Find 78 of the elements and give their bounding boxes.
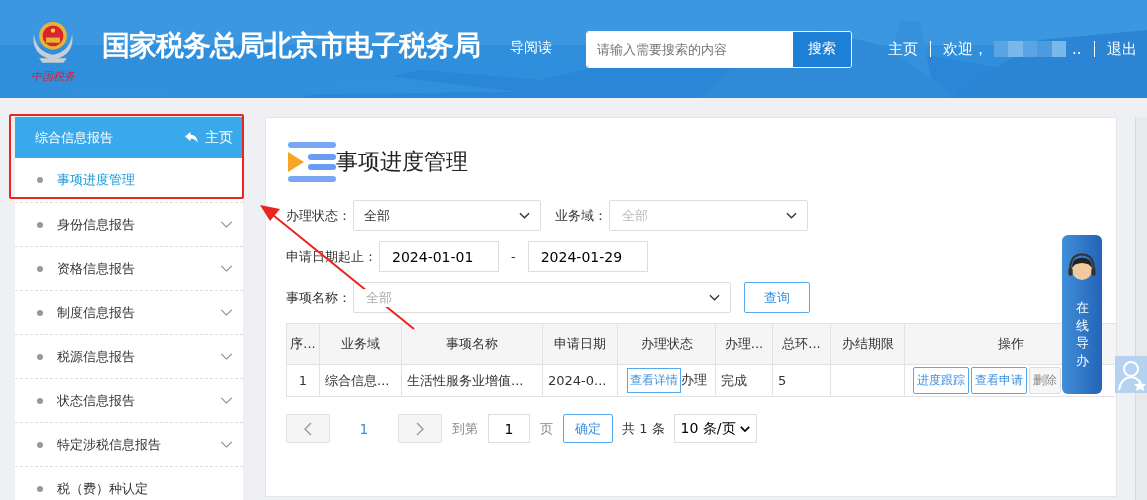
chevron-down-icon	[220, 265, 233, 272]
page-size-select[interactable]: 10 条/页	[673, 414, 757, 443]
chevron-down-icon	[786, 212, 797, 219]
date-field[interactable]: 2024-01-01	[379, 241, 499, 272]
column-header: 事项名称	[401, 323, 543, 365]
column-header: 办理...	[715, 323, 773, 365]
page-number[interactable]: 1	[330, 420, 398, 437]
bullet-icon	[37, 441, 43, 448]
sidebar-group-header[interactable]: 综合信息报告 主页	[15, 117, 243, 158]
chevron-down-icon	[709, 294, 720, 301]
sidebar-item[interactable]: 资格信息报告	[15, 247, 243, 291]
bullet-icon	[37, 309, 43, 316]
chevron-down-icon	[220, 397, 233, 404]
sidebar-item[interactable]: 特定涉税信息报告	[15, 423, 243, 467]
page-unit: 页	[540, 419, 553, 438]
table-cell: 完成	[715, 364, 773, 397]
redacted-name	[994, 41, 1066, 57]
sidebar-subitem[interactable]: 事项进度管理	[15, 158, 243, 203]
column-header: 业务域	[319, 323, 402, 365]
name-ellipsis: ..	[1072, 40, 1082, 58]
site-title: 国家税务总局北京市电子税务局	[102, 28, 480, 64]
guide-link[interactable]: 导阅读	[510, 39, 552, 57]
previous-page-button[interactable]	[286, 414, 330, 443]
sidebar-item[interactable]: 状态信息报告	[15, 379, 243, 423]
chevron-down-icon	[220, 353, 233, 360]
action-button[interactable]: 进度跟踪	[913, 367, 969, 394]
bullet-icon	[37, 397, 43, 404]
action-button[interactable]: 查看申请	[971, 367, 1027, 394]
bullet-icon	[37, 485, 43, 492]
field-label: 业务域：	[555, 206, 607, 225]
chevron-down-icon	[220, 441, 233, 448]
home-link[interactable]: 主页	[205, 128, 233, 147]
confirm-button[interactable]: 确定	[563, 414, 613, 443]
sidebar-item[interactable]: 税源信息报告	[15, 335, 243, 379]
chevron-down-icon	[739, 425, 750, 432]
date-field[interactable]: 2024-01-29	[527, 241, 648, 272]
sidebar-item[interactable]: 制度信息报告	[15, 291, 243, 335]
status-text: 办理	[681, 372, 707, 387]
view-details-button[interactable]: 查看详情	[627, 368, 681, 393]
logout-link[interactable]: 退出	[1106, 39, 1137, 59]
column-header: 申请日期	[542, 323, 618, 365]
sidebar-item[interactable]: 身份信息报告	[15, 203, 243, 247]
next-page-button[interactable]	[398, 414, 442, 443]
chevron-left-icon	[304, 421, 312, 436]
home-link[interactable]: 主页	[888, 39, 918, 59]
column-header: 总环...	[772, 323, 831, 365]
page-input[interactable]: 1	[488, 414, 530, 443]
bullet-icon	[37, 353, 43, 360]
table-cell: 综合信息...	[319, 364, 402, 397]
range-separator: -	[511, 249, 516, 264]
column-header: 办理状态	[617, 323, 716, 365]
column-header: 序...	[286, 323, 320, 365]
column-header: 办结期限	[830, 323, 905, 365]
total-count: 共 1 条	[622, 419, 665, 438]
item-name-select[interactable]: 全部	[353, 282, 731, 313]
bullet-icon	[37, 265, 43, 272]
welcome-text: 欢迎，	[943, 39, 988, 59]
table-cell: 生活性服务业增值...	[401, 364, 543, 397]
chevron-right-icon	[416, 421, 424, 436]
logo-text: 中国税务	[31, 68, 75, 84]
page-title: 事项进度管理	[336, 148, 468, 176]
online-guide-widget[interactable]: 在线导办	[1062, 235, 1102, 394]
chevron-down-icon	[220, 309, 233, 316]
chevron-down-icon	[220, 221, 233, 228]
query-button[interactable]: 查询	[744, 282, 810, 313]
table-cell: 1	[286, 364, 320, 397]
sidebar-item[interactable]: 税（费）种认定	[15, 467, 243, 500]
goto-label: 到第	[452, 419, 478, 438]
table-cell: 5	[772, 364, 831, 397]
field-label: 办理状态：	[286, 206, 351, 225]
bullet-icon	[37, 177, 43, 183]
list-icon	[288, 142, 336, 182]
chevron-down-icon	[519, 212, 530, 219]
table-cell: 2024-0...	[542, 364, 618, 397]
reply-arrow-icon	[184, 131, 199, 144]
status-select[interactable]: 全部	[353, 200, 541, 231]
bullet-icon	[37, 221, 43, 228]
field-label: 事项名称：	[286, 288, 351, 307]
